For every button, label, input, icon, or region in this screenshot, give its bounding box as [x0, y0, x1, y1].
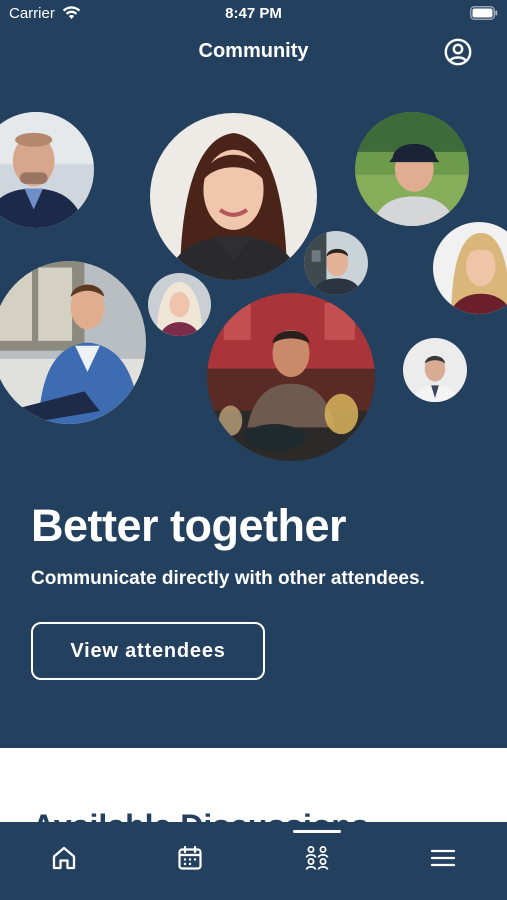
hero-headline: Better together	[31, 500, 347, 551]
clock: 8:47 PM	[225, 5, 282, 22]
attendee-avatar	[150, 113, 317, 280]
home-icon	[52, 846, 76, 870]
hero-subline: Communicate directly with other attendee…	[31, 568, 425, 589]
attendee-avatar	[207, 293, 375, 461]
profile-icon[interactable]	[444, 38, 472, 66]
tab-schedule[interactable]	[172, 840, 208, 876]
view-attendees-button[interactable]: View attendees	[31, 622, 265, 680]
status-bar: Carrier 8:47 PM	[0, 0, 507, 28]
attendee-avatar	[304, 231, 368, 295]
attendee-avatar	[355, 112, 469, 226]
selected-tab-indicator	[293, 830, 341, 833]
tab-menu[interactable]	[425, 840, 461, 876]
tab-community[interactable]	[299, 840, 335, 876]
tab-home[interactable]	[46, 840, 82, 876]
battery-icon	[470, 6, 498, 20]
calendar-icon	[178, 845, 202, 870]
attendee-avatar	[148, 273, 211, 336]
page-title: Community	[198, 40, 309, 62]
people-icon	[305, 846, 329, 870]
menu-icon	[430, 849, 456, 867]
attendee-avatar	[403, 338, 467, 402]
